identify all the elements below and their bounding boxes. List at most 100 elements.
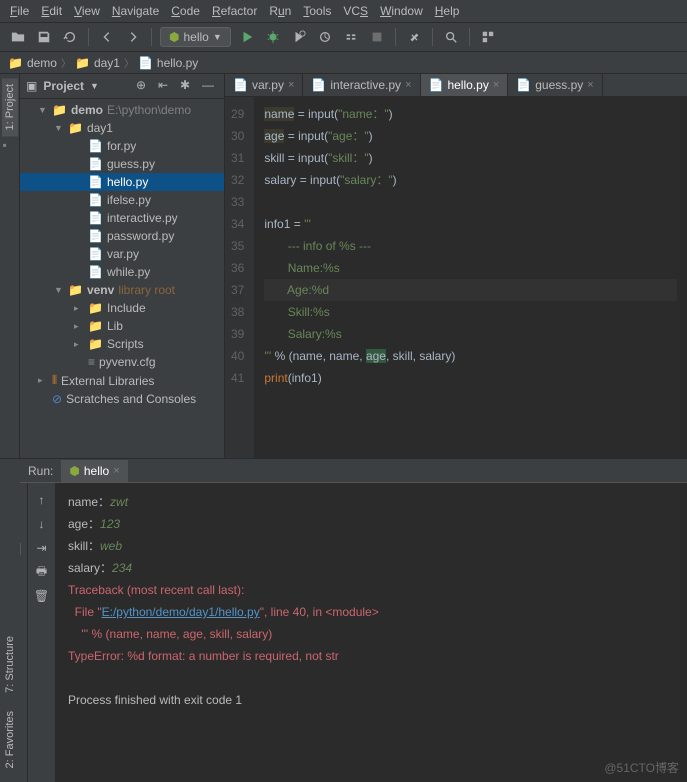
settings-icon[interactable] bbox=[404, 27, 424, 47]
editor-tabbar: 📄var.py×📄interactive.py×📄hello.py×📄guess… bbox=[225, 74, 687, 97]
close-icon[interactable]: × bbox=[405, 79, 411, 91]
chevron-down-icon: ▼ bbox=[213, 32, 222, 42]
breadcrumb-file[interactable]: 📄hello.py bbox=[138, 56, 198, 70]
menu-edit[interactable]: Edit bbox=[41, 4, 62, 18]
editor-tab-interactive-py[interactable]: 📄interactive.py× bbox=[303, 74, 420, 96]
forward-icon[interactable] bbox=[123, 27, 143, 47]
tree-external-libs[interactable]: ▸⫴ External Libraries bbox=[20, 371, 224, 390]
debug-icon[interactable] bbox=[263, 27, 283, 47]
editor-tab-hello-py[interactable]: 📄hello.py× bbox=[421, 74, 509, 96]
tree-venv[interactable]: ▼📁 venv library root bbox=[20, 281, 224, 299]
editor-tab-var-py[interactable]: 📄var.py× bbox=[225, 74, 303, 96]
chevron-right-icon: 〉 bbox=[59, 55, 73, 70]
attach-icon[interactable] bbox=[341, 27, 361, 47]
panel-title: Project bbox=[43, 79, 84, 93]
close-icon[interactable]: × bbox=[113, 465, 119, 477]
structure-icon[interactable] bbox=[478, 27, 498, 47]
print-icon[interactable]: 🖶 bbox=[33, 563, 51, 581]
error-file-link[interactable]: E:/python/demo/day1/hello.py bbox=[102, 605, 260, 619]
tree-file-password-py[interactable]: 📄 password.py bbox=[20, 227, 224, 245]
chevron-down-icon[interactable]: ▼ bbox=[90, 81, 99, 91]
python-file-icon: 📄 bbox=[138, 56, 153, 70]
tree-venv-lib[interactable]: ▸📁 Lib bbox=[20, 317, 224, 335]
run-icon[interactable] bbox=[237, 27, 257, 47]
project-tool-tab[interactable]: 1: Project bbox=[2, 78, 18, 136]
tree-file-var-py[interactable]: 📄 var.py bbox=[20, 245, 224, 263]
tree-file-while-py[interactable]: 📄 while.py bbox=[20, 263, 224, 281]
menu-file[interactable]: File bbox=[10, 4, 29, 18]
run-tab[interactable]: ⬢ hello × bbox=[61, 460, 127, 482]
project-view-icon: ▣ bbox=[26, 79, 37, 93]
stop-icon[interactable] bbox=[367, 27, 387, 47]
watermark: @51CTO博客 bbox=[604, 759, 679, 776]
tree-file-ifelse-py[interactable]: 📄 ifelse.py bbox=[20, 191, 224, 209]
menu-window[interactable]: Window bbox=[380, 4, 423, 18]
editor-tab-guess-py[interactable]: 📄guess.py× bbox=[508, 74, 602, 96]
wrap-icon[interactable]: ⇥ bbox=[33, 539, 51, 557]
favorites-tool-tab[interactable]: 2: Favorites bbox=[4, 707, 16, 772]
folder-icon: 📁 bbox=[8, 56, 23, 70]
tree-file-guess-py[interactable]: 📄 guess.py bbox=[20, 155, 224, 173]
menu-help[interactable]: Help bbox=[435, 4, 460, 18]
target-icon[interactable]: ⊕ bbox=[136, 78, 152, 94]
save-icon[interactable] bbox=[34, 27, 54, 47]
python-file-icon: 📄 bbox=[516, 78, 531, 92]
coverage-icon[interactable] bbox=[289, 27, 309, 47]
python-file-icon: 📄 bbox=[233, 78, 248, 92]
tree-file-hello-py[interactable]: 📄 hello.py bbox=[20, 173, 224, 191]
breadcrumb-folder[interactable]: 📁day1 bbox=[75, 56, 120, 70]
back-icon[interactable] bbox=[97, 27, 117, 47]
tree-folder-day1[interactable]: ▼📁 day1 bbox=[20, 119, 224, 137]
structure-tool-tab[interactable]: 7: Structure bbox=[4, 632, 16, 697]
console-output[interactable]: name：zwtage：123skill：websalary：234Traceb… bbox=[56, 483, 687, 782]
menu-navigate[interactable]: Navigate bbox=[112, 4, 159, 18]
close-icon[interactable]: × bbox=[288, 79, 294, 91]
tree-file-for-py[interactable]: 📄 for.py bbox=[20, 137, 224, 155]
down-icon[interactable]: ↓ bbox=[33, 515, 51, 533]
menu-refactor[interactable]: Refactor bbox=[212, 4, 257, 18]
project-tree[interactable]: ▼📁 demo E:\python\demo▼📁 day1📄 for.py📄 g… bbox=[20, 99, 224, 480]
tree-root[interactable]: ▼📁 demo E:\python\demo bbox=[20, 101, 224, 119]
run-config-label: hello bbox=[183, 30, 208, 44]
collapse-icon[interactable]: ⇤ bbox=[158, 78, 174, 94]
trash-icon[interactable]: 🗑 bbox=[33, 587, 51, 605]
python-file-icon: 📄 bbox=[429, 78, 444, 92]
tree-pyvenv-cfg[interactable]: ≡ pyvenv.cfg bbox=[20, 353, 224, 371]
bookmark-icon[interactable]: ▪ bbox=[3, 138, 17, 152]
tree-venv-include[interactable]: ▸📁 Include bbox=[20, 299, 224, 317]
menu-run[interactable]: Run bbox=[269, 4, 291, 18]
run-config-dropdown[interactable]: ⬢ hello ▼ bbox=[160, 27, 231, 47]
search-icon[interactable] bbox=[441, 27, 461, 47]
python-icon: ⬢ bbox=[69, 464, 79, 478]
python-file-icon: 📄 bbox=[311, 78, 326, 92]
menu-view[interactable]: View bbox=[74, 4, 100, 18]
tree-file-interactive-py[interactable]: 📄 interactive.py bbox=[20, 209, 224, 227]
refresh-icon[interactable] bbox=[60, 27, 80, 47]
left-bottom-tool-strip: 7: Structure 2: Favorites bbox=[0, 482, 20, 782]
main-toolbar: ⬢ hello ▼ bbox=[0, 23, 687, 52]
folder-icon: 📁 bbox=[75, 56, 90, 70]
menu-tools[interactable]: Tools bbox=[303, 4, 331, 18]
tree-scratches[interactable]: ⊘ Scratches and Consoles bbox=[20, 390, 224, 408]
python-icon: ⬢ bbox=[169, 30, 179, 44]
close-icon[interactable]: × bbox=[587, 79, 593, 91]
menu-code[interactable]: Code bbox=[171, 4, 200, 18]
editor: 📄var.py×📄interactive.py×📄hello.py×📄guess… bbox=[225, 74, 687, 480]
run-panel: ❚❚ ▤ 📌 ↑ ↓ ⇥ 🖶 🗑 name：zwtage：123skill：we… bbox=[0, 482, 687, 782]
close-icon[interactable]: × bbox=[493, 79, 499, 91]
line-gutter: 29303132333435363738394041 bbox=[225, 97, 254, 480]
menu-vcs[interactable]: VCS bbox=[343, 4, 368, 18]
up-icon[interactable]: ↑ bbox=[33, 491, 51, 509]
project-panel-header: ▣ Project ▼ ⊕ ⇤ ✱ — bbox=[20, 74, 224, 99]
left-tool-strip: 1: Project ▪ bbox=[0, 74, 20, 480]
run-panel-label: Run: bbox=[20, 464, 61, 478]
gear-icon[interactable]: ✱ bbox=[180, 78, 196, 94]
breadcrumb: 📁demo 〉 📁day1 〉 📄hello.py bbox=[0, 52, 687, 74]
chevron-right-icon: 〉 bbox=[122, 55, 136, 70]
breadcrumb-root[interactable]: 📁demo bbox=[8, 56, 57, 70]
open-icon[interactable] bbox=[8, 27, 28, 47]
profile-icon[interactable] bbox=[315, 27, 335, 47]
hide-icon[interactable]: — bbox=[202, 78, 218, 94]
tree-venv-scripts[interactable]: ▸📁 Scripts bbox=[20, 335, 224, 353]
code-content[interactable]: name = input("name：")age = input("age：")… bbox=[254, 97, 687, 480]
